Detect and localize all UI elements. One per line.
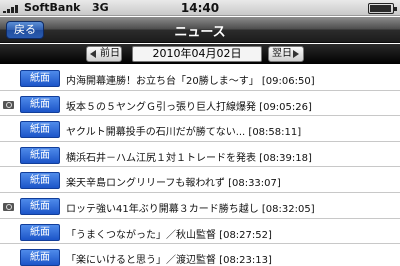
photo-icon <box>3 100 14 109</box>
paper-badge[interactable]: 紙面 <box>20 249 60 266</box>
news-headline: ロッテ強い41年ぶり開幕３カード勝ち越し [08:32:05] <box>66 203 315 215</box>
paper-badge[interactable]: 紙面 <box>20 146 60 164</box>
news-headline: ヤクルト開幕投手の石川だが勝てない... [08:58:11] <box>66 127 302 139</box>
news-item[interactable]: 紙面 ヤクルト開幕投手の石川だが勝てない... [08:58:11] <box>0 116 400 142</box>
next-day-button[interactable]: 翌日 <box>268 46 304 62</box>
status-time: 14:40 <box>180 1 220 15</box>
news-item[interactable]: 紙面 「楽にいけると思う」／渡辺監督 [08:23:13] <box>0 244 400 266</box>
paper-badge[interactable]: 紙面 <box>20 223 60 241</box>
arrow-right-icon <box>293 50 299 58</box>
news-item[interactable]: 紙面 ロッテ強い41年ぶり開幕３カード勝ち越し [08:32:05] <box>0 192 400 219</box>
news-headline: 「楽にいけると思う」／渡辺監督 [08:23:13] <box>66 255 272 266</box>
news-headline: 楽天辛島ロングリリーフも報われず [08:33:07] <box>66 178 281 190</box>
previous-day-label: 前日 <box>100 48 120 59</box>
news-headline: 「うまくつながった」／秋山監督 [08:27:52] <box>66 229 272 241</box>
photo-icon <box>3 202 14 211</box>
news-item[interactable]: 紙面 横浜石井－ハム江尻１対１トレードを発表 [08:39:18] <box>0 141 400 168</box>
battery-icon <box>368 3 397 14</box>
status-bar: SoftBank 3G 14:40 <box>0 0 400 16</box>
news-headline: 坂本５の５ヤングＧ引っ張り巨人打線爆発 [09:05:26] <box>66 101 312 113</box>
paper-badge[interactable]: 紙面 <box>20 172 60 190</box>
date-navigation: 前日 2010年04月02日 翌日 <box>0 44 400 64</box>
news-headline: 横浜石井－ハム江尻１対１トレードを発表 [08:39:18] <box>66 152 312 164</box>
paper-badge[interactable]: 紙面 <box>20 95 60 113</box>
news-item[interactable]: 紙面 内海開幕連勝！お立ち台「20勝しま～す」 [09:06:50] <box>0 65 400 91</box>
arrow-left-icon <box>90 50 96 58</box>
battery-level <box>370 5 391 12</box>
navigation-bar: 戻る ニュース <box>0 17 400 43</box>
news-item[interactable]: 紙面 楽天辛島ロングリリーフも報われず [08:33:07] <box>0 167 400 193</box>
news-item[interactable]: 紙面 「うまくつながった」／秋山監督 [08:27:52] <box>0 218 400 245</box>
next-day-label: 翌日 <box>272 48 292 59</box>
current-date: 2010年04月02日 <box>132 46 262 62</box>
page-title: ニュース <box>174 25 226 40</box>
paper-badge[interactable]: 紙面 <box>20 70 60 87</box>
news-headline: 内海開幕連勝！お立ち台「20勝しま～す」 [09:06:50] <box>66 76 315 87</box>
news-item[interactable]: 紙面 坂本５の５ヤングＧ引っ張り巨人打線爆発 [09:05:26] <box>0 90 400 117</box>
paper-badge[interactable]: 紙面 <box>20 197 60 215</box>
paper-badge[interactable]: 紙面 <box>20 121 60 139</box>
previous-day-button[interactable]: 前日 <box>86 46 122 62</box>
news-list: 紙面 内海開幕連勝！お立ち台「20勝しま～す」 [09:06:50] 紙面 坂本… <box>0 65 400 266</box>
